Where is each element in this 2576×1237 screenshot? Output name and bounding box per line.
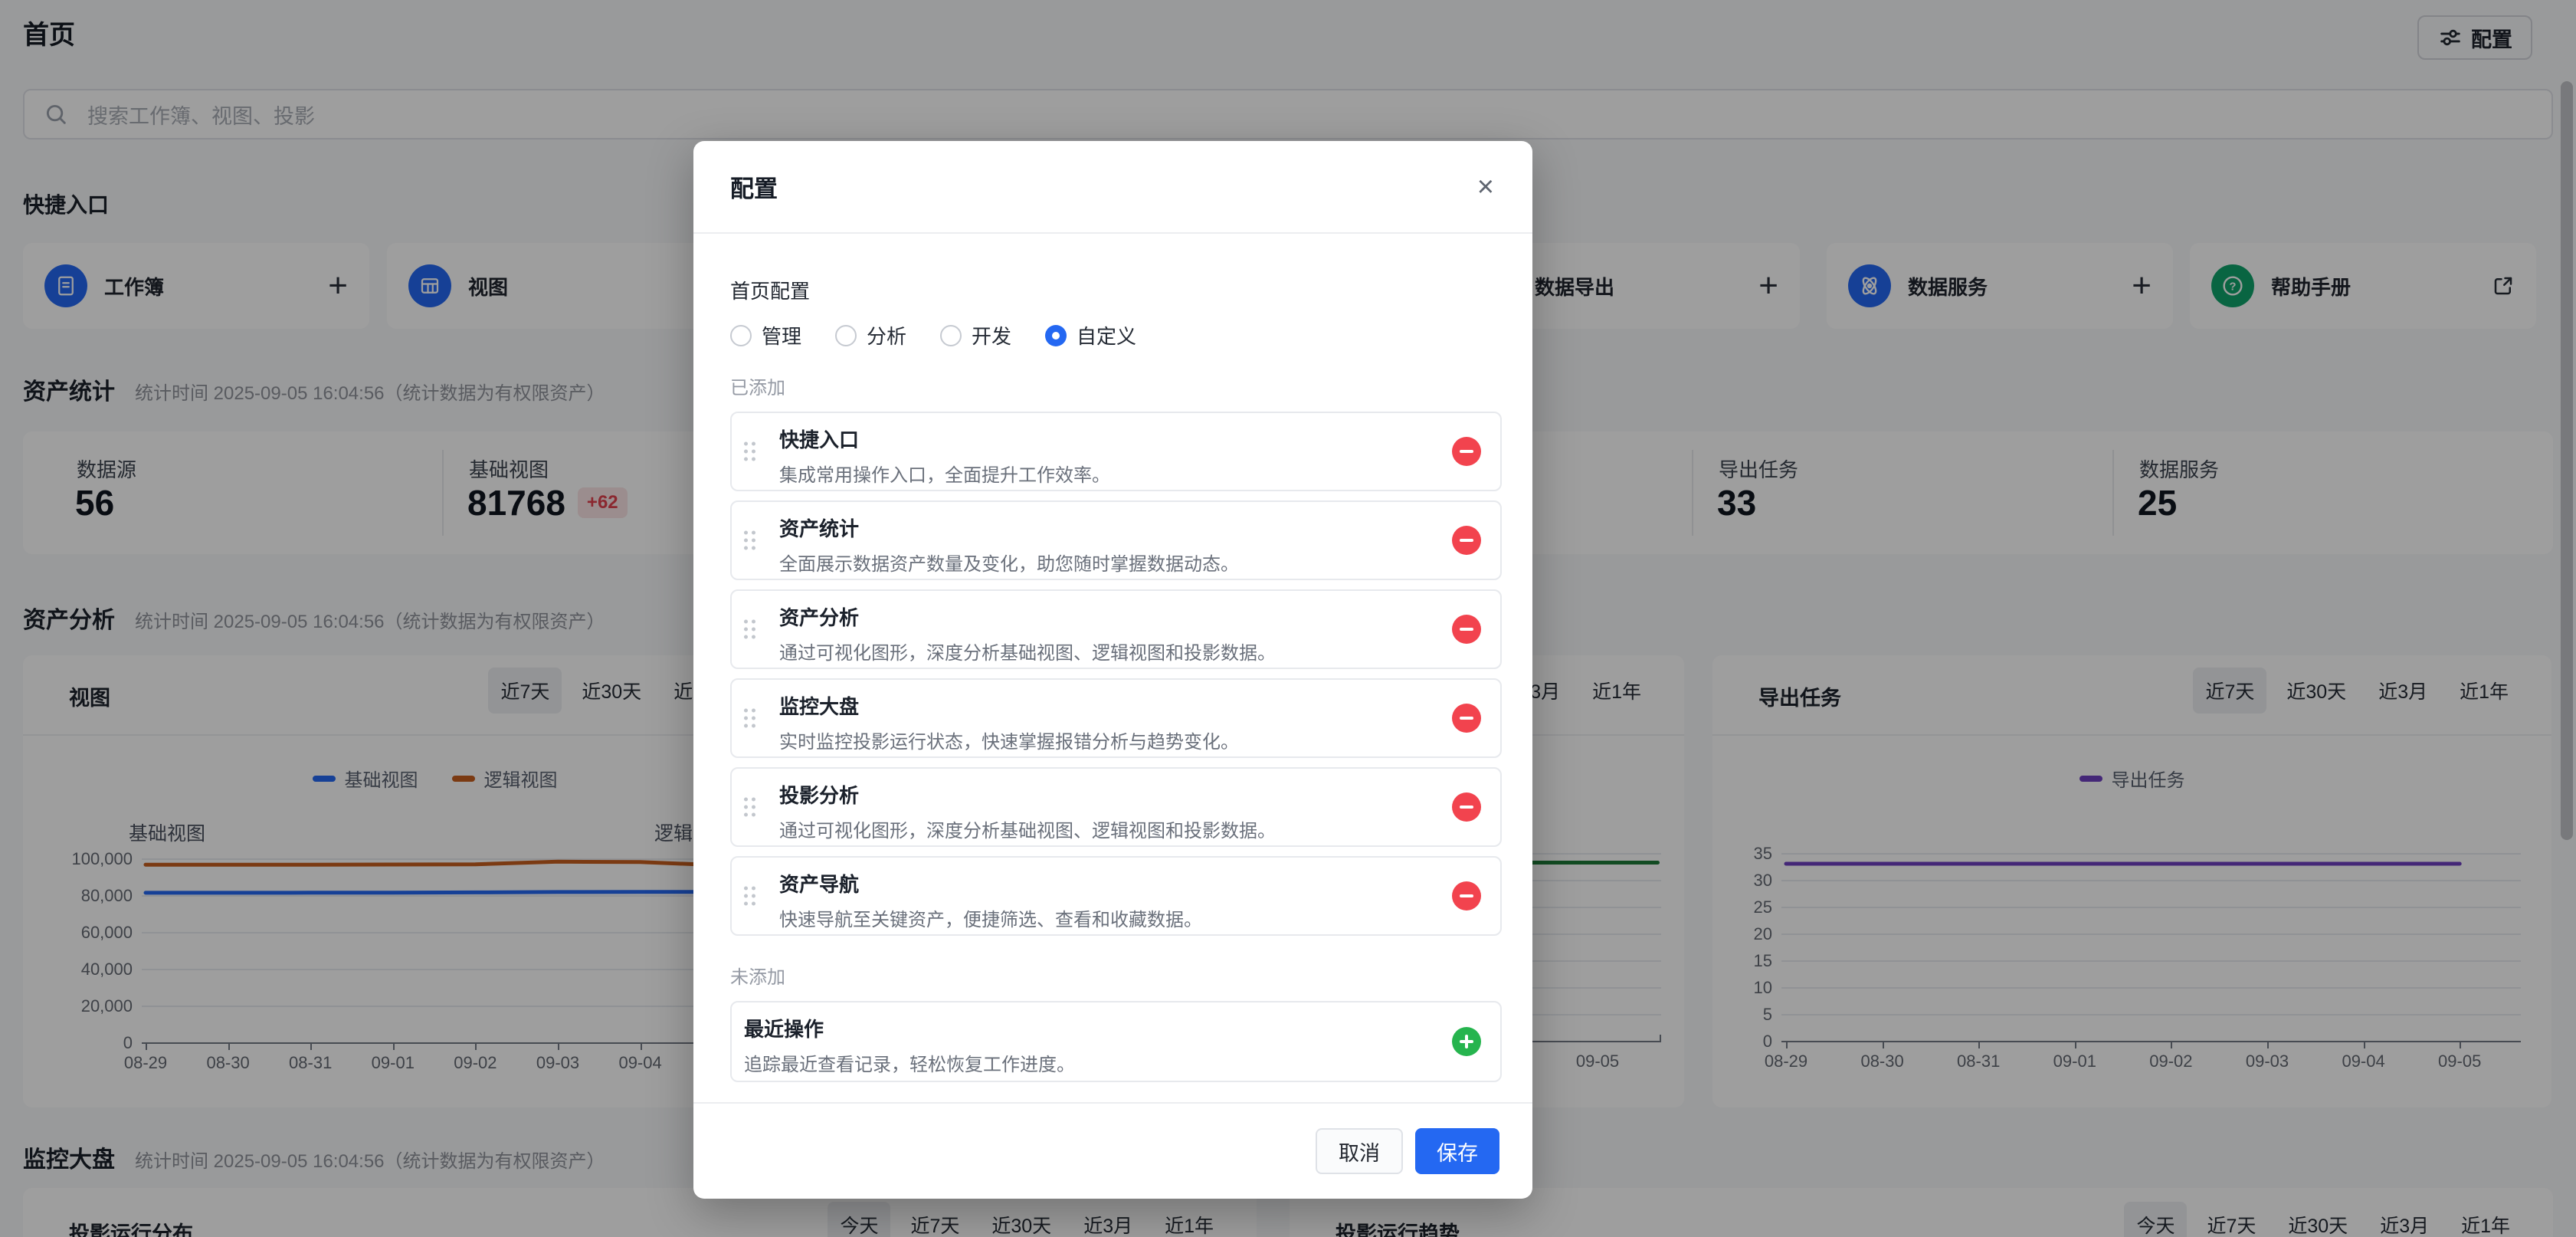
module-description: 通过可视化图形，深度分析基础视图、逻辑视图和投影数据。: [779, 643, 1276, 664]
remove-module-button[interactable]: [1452, 881, 1481, 911]
save-button[interactable]: 保存: [1415, 1128, 1499, 1174]
plus-icon-bar: [1465, 1035, 1468, 1048]
drag-handle-icon[interactable]: [744, 619, 755, 639]
home-config-radio-group: 管理 分析 开发 自定义: [730, 321, 1502, 349]
module-description: 通过可视化图形，深度分析基础视图、逻辑视图和投影数据。: [779, 821, 1276, 842]
module-title: 快捷入口: [779, 428, 860, 451]
close-icon[interactable]: ×: [1473, 172, 1499, 202]
module-title: 资产统计: [779, 517, 860, 540]
module-title: 投影分析: [779, 784, 860, 807]
cancel-button[interactable]: 取消: [1316, 1128, 1403, 1174]
add-module-button[interactable]: [1452, 1027, 1481, 1056]
drag-handle-icon[interactable]: [744, 441, 755, 461]
remove-module-button[interactable]: [1452, 437, 1481, 466]
config-module-card[interactable]: 投影分析通过可视化图形，深度分析基础视图、逻辑视图和投影数据。: [730, 767, 1502, 847]
app-screen: 首页 配置 搜索工作簿、视图、投影 快捷入口 资产统计 统计时间 2025-09…: [0, 0, 2576, 1237]
home-config-label: 首页配置: [730, 280, 811, 303]
minus-icon: [1460, 717, 1473, 720]
radio-option-2[interactable]: 分析: [835, 321, 906, 349]
not-added-section-label: 未添加: [730, 967, 785, 988]
remove-module-button[interactable]: [1452, 526, 1481, 555]
config-module-card[interactable]: 监控大盘实时监控投影运行状态，快速掌握报错分析与趋势变化。: [730, 678, 1502, 758]
dialog-header: 配置 ×: [693, 141, 1532, 234]
radio-option-3[interactable]: 开发: [940, 321, 1011, 349]
radio-button-icon[interactable]: [940, 324, 962, 346]
dialog-title: 配置: [730, 176, 778, 202]
radio-option-1[interactable]: 管理: [730, 321, 801, 349]
radio-button-icon[interactable]: [1045, 324, 1067, 346]
minus-icon: [1460, 894, 1473, 897]
module-title: 最近操作: [744, 1018, 824, 1041]
remove-module-button[interactable]: [1452, 792, 1481, 822]
module-description: 追踪最近查看记录，轻松恢复工作进度。: [744, 1055, 1075, 1075]
minus-icon: [1460, 628, 1473, 631]
module-description: 集成常用操作入口，全面提升工作效率。: [779, 465, 1110, 486]
remove-module-button[interactable]: [1452, 615, 1481, 644]
module-title: 资产导航: [779, 873, 860, 896]
radio-label: 分析: [867, 325, 907, 348]
dialog-footer: 取消 保存: [693, 1102, 1532, 1199]
radio-label: 开发: [972, 325, 1012, 348]
radio-button-icon[interactable]: [835, 324, 857, 346]
drag-handle-icon[interactable]: [744, 886, 755, 906]
radio-label: 管理: [762, 325, 802, 348]
config-module-card[interactable]: 资产统计全面展示数据资产数量及变化，助您随时掌握数据动态。: [730, 500, 1502, 580]
module-description: 实时监控投影运行状态，快速掌握报错分析与趋势变化。: [779, 732, 1239, 753]
module-description: 快速导航至关键资产，便捷筛选、查看和收藏数据。: [779, 910, 1202, 930]
config-module-card[interactable]: 快捷入口集成常用操作入口，全面提升工作效率。: [730, 412, 1502, 491]
minus-icon: [1460, 450, 1473, 453]
drag-handle-icon[interactable]: [744, 530, 755, 550]
dialog-body: 首页配置 管理 分析 开发 自定义 已添加 快捷入口集成常用操作入口，全面提升工作效率…: [693, 234, 1532, 1102]
module-description: 全面展示数据资产数量及变化，助您随时掌握数据动态。: [779, 554, 1239, 575]
radio-button-icon[interactable]: [730, 324, 752, 346]
radio-option-4[interactable]: 自定义: [1045, 321, 1136, 349]
config-module-card[interactable]: 资产分析通过可视化图形，深度分析基础视图、逻辑视图和投影数据。: [730, 589, 1502, 669]
remove-module-button[interactable]: [1452, 704, 1481, 733]
minus-icon: [1460, 806, 1473, 809]
config-module-card[interactable]: 最近操作追踪最近查看记录，轻松恢复工作进度。: [730, 1001, 1502, 1082]
config-dialog: 配置 × 首页配置 管理 分析 开发 自定义 已添加 快捷入口集成常用操作入口，全面提…: [693, 141, 1532, 1199]
config-module-card[interactable]: 资产导航快速导航至关键资产，便捷筛选、查看和收藏数据。: [730, 856, 1502, 936]
drag-handle-icon[interactable]: [744, 708, 755, 728]
module-title: 监控大盘: [779, 695, 860, 718]
module-title: 资产分析: [779, 606, 860, 629]
added-section-label: 已添加: [730, 378, 785, 399]
drag-handle-icon[interactable]: [744, 797, 755, 817]
minus-icon: [1460, 539, 1473, 542]
radio-label: 自定义: [1077, 325, 1137, 348]
